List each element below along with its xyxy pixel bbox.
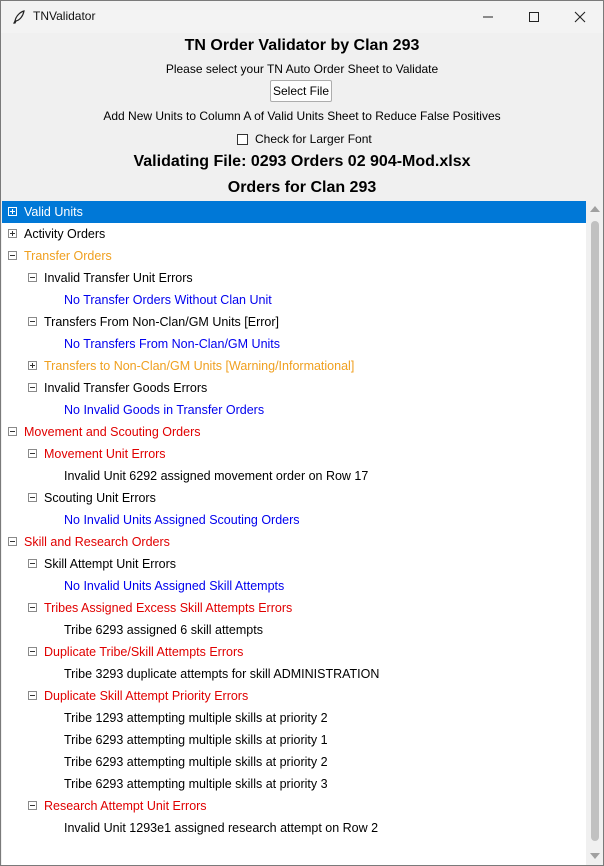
validating-file-heading: Validating File: 0293 Orders 02 904-Mod.…: [133, 153, 471, 170]
collapse-minus-icon[interactable]: [28, 383, 37, 392]
app-heading: TN Order Validator by Clan 293: [184, 37, 420, 54]
tree-item[interactable]: Tribe 6293 attempting multiple skills at…: [2, 773, 586, 795]
tree-item-label: Tribe 6293 attempting multiple skills at…: [64, 777, 328, 791]
tree-item-label: Tribe 6293 assigned 6 skill attempts: [64, 623, 263, 637]
tree-item-label: Movement Unit Errors: [44, 447, 166, 461]
tree-item[interactable]: Tribe 3293 duplicate attempts for skill …: [2, 663, 586, 685]
collapse-minus-icon[interactable]: [28, 603, 37, 612]
collapse-minus-icon[interactable]: [28, 559, 37, 568]
tree-item-label: Duplicate Skill Attempt Priority Errors: [44, 689, 249, 703]
tree-item-label: Scouting Unit Errors: [44, 491, 156, 505]
tree-item[interactable]: Tribes Assigned Excess Skill Attempts Er…: [2, 597, 586, 619]
tree-item[interactable]: Invalid Transfer Unit Errors: [2, 267, 586, 289]
close-button[interactable]: [557, 1, 603, 33]
tree-item-label: No Invalid Units Assigned Scouting Order…: [64, 513, 300, 527]
tree-item-label: Valid Units: [24, 205, 83, 219]
window-title: TNValidator: [33, 9, 96, 23]
feather-icon: [13, 10, 25, 24]
tree-item[interactable]: Tribe 6293 assigned 6 skill attempts: [2, 619, 586, 641]
collapse-minus-icon[interactable]: [28, 647, 37, 656]
collapse-minus-icon[interactable]: [28, 691, 37, 700]
collapse-minus-icon[interactable]: [28, 317, 37, 326]
tree-item-label: Duplicate Tribe/Skill Attempts Errors: [44, 645, 244, 659]
tree-item[interactable]: Valid Units: [2, 201, 586, 223]
scroll-up-arrow-icon[interactable]: [590, 206, 600, 212]
tree-item-label: Tribe 1293 attempting multiple skills at…: [64, 711, 328, 725]
valid-units-note: Add New Units to Column A of Valid Units…: [103, 109, 501, 123]
tree-item[interactable]: No Invalid Units Assigned Skill Attempts: [2, 575, 586, 597]
tree-item-label: Research Attempt Unit Errors: [44, 799, 207, 813]
tree-item[interactable]: Skill and Research Orders: [2, 531, 586, 553]
close-icon: [574, 11, 586, 23]
minimize-icon: [483, 16, 493, 18]
maximize-button[interactable]: [511, 1, 557, 33]
tree-item[interactable]: No Transfers From Non-Clan/GM Units: [2, 333, 586, 355]
tree-item-label: No Transfer Orders Without Clan Unit: [64, 293, 272, 307]
tree-item-label: No Invalid Units Assigned Skill Attempts: [64, 579, 285, 593]
tree-item-label: Invalid Transfer Unit Errors: [44, 271, 193, 285]
expand-plus-icon[interactable]: [8, 207, 17, 216]
tree-item[interactable]: No Transfer Orders Without Clan Unit: [2, 289, 586, 311]
tree-item[interactable]: Transfer Orders: [2, 245, 586, 267]
tree-scrollbar[interactable]: [587, 201, 603, 865]
minimize-button[interactable]: [465, 1, 511, 33]
tree-item[interactable]: No Invalid Units Assigned Scouting Order…: [2, 509, 586, 531]
tree-item[interactable]: Transfers to Non-Clan/GM Units [Warning/…: [2, 355, 586, 377]
collapse-minus-icon[interactable]: [28, 449, 37, 458]
tree-item[interactable]: Movement Unit Errors: [2, 443, 586, 465]
collapse-minus-icon[interactable]: [28, 493, 37, 502]
tree-item-label: Transfer Orders: [24, 249, 112, 263]
tree-item-label: No Invalid Goods in Transfer Orders: [64, 403, 265, 417]
tree-item[interactable]: Invalid Unit 1293e1 assigned research at…: [2, 817, 586, 839]
tree-item-label: Activity Orders: [24, 227, 106, 241]
app-window: TNValidator TN Order Validator by Clan 2…: [0, 0, 604, 866]
collapse-minus-icon[interactable]: [8, 251, 17, 260]
tree-item[interactable]: No Invalid Goods in Transfer Orders: [2, 399, 586, 421]
tree-item[interactable]: Skill Attempt Unit Errors: [2, 553, 586, 575]
expand-plus-icon[interactable]: [8, 229, 17, 238]
tree-item[interactable]: Tribe 1293 attempting multiple skills at…: [2, 707, 586, 729]
orders-for-heading: Orders for Clan 293: [227, 179, 377, 196]
tree-item-label: Movement and Scouting Orders: [24, 425, 201, 439]
tree-item-label: Skill Attempt Unit Errors: [44, 557, 176, 571]
collapse-minus-icon[interactable]: [8, 427, 17, 436]
larger-font-option[interactable]: Check for Larger Font: [237, 131, 372, 147]
tree-item-label: Tribe 6293 attempting multiple skills at…: [64, 755, 328, 769]
tree-item[interactable]: Invalid Unit 6292 assigned movement orde…: [2, 465, 586, 487]
tree-item[interactable]: Scouting Unit Errors: [2, 487, 586, 509]
tree-item[interactable]: Tribe 6293 attempting multiple skills at…: [2, 751, 586, 773]
title-bar[interactable]: TNValidator: [1, 1, 603, 33]
tree-item-label: Tribe 6293 attempting multiple skills at…: [64, 733, 328, 747]
tree-item[interactable]: Research Attempt Unit Errors: [2, 795, 586, 817]
tree-item-label: Invalid Unit 6292 assigned movement orde…: [64, 469, 369, 483]
tree-item[interactable]: Activity Orders: [2, 223, 586, 245]
tree-item[interactable]: Duplicate Skill Attempt Priority Errors: [2, 685, 586, 707]
tree-item-label: Skill and Research Orders: [24, 535, 170, 549]
tree-item[interactable]: Transfers From Non-Clan/GM Units [Error]: [2, 311, 586, 333]
collapse-minus-icon[interactable]: [28, 801, 37, 810]
tree-item[interactable]: Movement and Scouting Orders: [2, 421, 586, 443]
tree-item-label: Tribe 3293 duplicate attempts for skill …: [64, 667, 380, 681]
tree-item-label: Transfers From Non-Clan/GM Units [Error]: [44, 315, 279, 329]
tree-item-label: Invalid Transfer Goods Errors: [44, 381, 208, 395]
expand-plus-icon[interactable]: [28, 361, 37, 370]
select-instruction: Please select your TN Auto Order Sheet t…: [165, 62, 439, 76]
scroll-thumb[interactable]: [591, 221, 599, 841]
tree-item[interactable]: Duplicate Tribe/Skill Attempts Errors: [2, 641, 586, 663]
collapse-minus-icon[interactable]: [8, 537, 17, 546]
tree-item[interactable]: Tribe 6293 attempting multiple skills at…: [2, 729, 586, 751]
collapse-minus-icon[interactable]: [28, 273, 37, 282]
tree-item-label: Invalid Unit 1293e1 assigned research at…: [64, 821, 379, 835]
scroll-down-arrow-icon[interactable]: [590, 853, 600, 859]
larger-font-label[interactable]: Check for Larger Font: [255, 132, 372, 146]
tree-item-label: Tribes Assigned Excess Skill Attempts Er…: [44, 601, 293, 615]
tree-item-label: No Transfers From Non-Clan/GM Units: [64, 337, 281, 351]
larger-font-checkbox[interactable]: [237, 133, 248, 145]
tree-item-label: Transfers to Non-Clan/GM Units [Warning/…: [44, 359, 355, 373]
results-tree[interactable]: Valid Units Activity Orders Transfer Order…: [2, 201, 586, 865]
maximize-icon: [529, 12, 539, 22]
select-file-button[interactable]: Select File: [270, 80, 332, 102]
tree-item[interactable]: Invalid Transfer Goods Errors: [2, 377, 586, 399]
